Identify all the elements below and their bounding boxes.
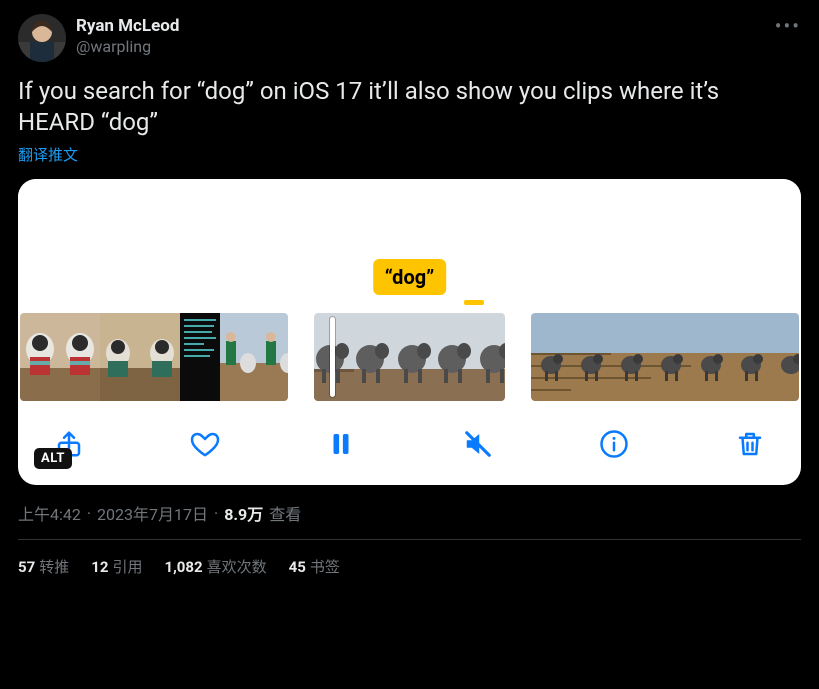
tweet-header: Ryan McLeod @warpling ••• [18, 14, 801, 62]
tweet-meta: 上午4:42 · 2023年7月17日 · 8.9万 查看 [18, 501, 801, 540]
tweet-time[interactable]: 上午4:42 [18, 501, 81, 525]
tweet-stats: 57转推 12引用 1,082 喜欢次数 45书签 [18, 540, 801, 577]
tweet-container: Ryan McLeod @warpling ••• If you search … [0, 0, 819, 577]
meta-separator: · [87, 504, 91, 523]
media-toolbar [18, 405, 801, 475]
likes-label: 喜欢次数 [207, 558, 267, 576]
views-label: 查看 [269, 501, 301, 525]
heart-icon[interactable] [188, 427, 222, 461]
more-button[interactable]: ••• [775, 14, 801, 36]
info-icon[interactable] [597, 427, 631, 461]
clip-thumbnails-group[interactable] [314, 313, 505, 401]
quotes-count: 12 [91, 558, 108, 576]
bookmarks-stat[interactable]: 45书签 [289, 556, 340, 577]
trash-icon[interactable] [733, 427, 767, 461]
clip-thumbnails-group[interactable] [20, 313, 288, 401]
retweets-label: 转推 [39, 558, 69, 576]
user-block: Ryan McLeod @warpling [76, 14, 765, 57]
translate-link[interactable]: 翻译推文 [18, 144, 78, 165]
user-handle[interactable]: @warpling [76, 37, 765, 57]
likes-count: 1,082 [164, 558, 202, 576]
scrubber-playhead[interactable] [330, 317, 335, 397]
search-result-chip: “dog” [373, 259, 447, 295]
video-filmstrip[interactable] [18, 309, 801, 405]
bookmarks-label: 书签 [310, 558, 340, 576]
media-preview-top: “dog” [18, 179, 801, 309]
quotes-stat[interactable]: 12引用 [91, 556, 142, 577]
meta-separator: · [214, 504, 218, 523]
quotes-label: 引用 [112, 558, 142, 576]
views-count: 8.9万 [224, 501, 263, 525]
avatar[interactable] [18, 14, 66, 62]
likes-stat[interactable]: 1,082 喜欢次数 [164, 556, 266, 577]
media-card: “dog” [18, 179, 801, 485]
tweet-date[interactable]: 2023年7月17日 [97, 501, 208, 525]
retweets-stat[interactable]: 57转推 [18, 556, 69, 577]
mute-icon[interactable] [461, 427, 495, 461]
display-name[interactable]: Ryan McLeod [76, 16, 765, 37]
alt-badge[interactable]: ALT [34, 448, 72, 469]
retweets-count: 57 [18, 558, 35, 576]
tweet-text: If you search for “dog” on iOS 17 it’ll … [18, 76, 801, 138]
chip-indicator [464, 300, 484, 305]
bookmarks-count: 45 [289, 558, 306, 576]
pause-icon[interactable] [324, 427, 358, 461]
clip-thumbnails-group[interactable] [531, 313, 799, 401]
